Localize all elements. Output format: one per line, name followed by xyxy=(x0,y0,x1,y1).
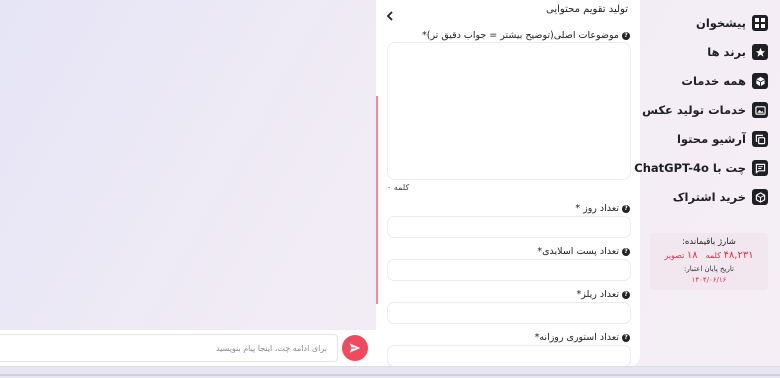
reels-count-label: ? تعداد ریلز* xyxy=(577,289,630,300)
credit-values: ۴۸,۲۳۱ کلمه ۱۸ تصویر xyxy=(650,250,768,261)
box-icon xyxy=(752,73,768,89)
dashboard-icon xyxy=(752,15,768,31)
chat-message-input[interactable] xyxy=(0,334,338,362)
days-count-label: ? تعداد روز * xyxy=(575,203,630,214)
daily-stories-label: ? تعداد استوری روزانه* xyxy=(535,332,630,343)
reels-count-input[interactable] xyxy=(387,302,631,324)
expiry-date: ۱۴۰۴/۰۶/۱۶ xyxy=(691,276,727,284)
content-calendar-form: تولید تقویم محتوایی ? موضوعات اصلی(توضیح… xyxy=(376,0,640,366)
collapse-chevron-icon[interactable] xyxy=(386,6,394,25)
chat-input-bar xyxy=(0,330,376,366)
sidebar-item-label: خرید اشتراک xyxy=(672,190,746,204)
send-button[interactable] xyxy=(342,335,368,361)
image-icon xyxy=(752,102,768,118)
days-count-input[interactable] xyxy=(387,216,631,238)
main-topics-label: ? موضوعات اصلی(توضیح بیشتر = جواب دقیق ت… xyxy=(422,30,630,41)
send-icon xyxy=(349,343,361,353)
word-count: ۰ کلمه xyxy=(387,183,410,192)
help-icon[interactable]: ? xyxy=(622,333,630,342)
bottom-strip xyxy=(0,366,780,378)
expiry-label: تاریخ پایان اعتبار: xyxy=(684,265,734,273)
sidebar-item-buy-subscription[interactable]: خرید اشتراک xyxy=(673,187,768,207)
form-header: تولید تقویم محتوایی xyxy=(376,4,640,21)
images-credit: ۱۸ تصویر xyxy=(664,250,698,261)
slide-posts-input[interactable] xyxy=(387,259,631,281)
main-topics-textarea[interactable] xyxy=(387,42,631,180)
help-icon[interactable]: ? xyxy=(622,290,630,299)
help-icon[interactable]: ? xyxy=(622,204,630,213)
star-icon xyxy=(752,44,768,60)
chat-icon xyxy=(752,160,768,176)
package-icon xyxy=(752,189,768,205)
sidebar-item-dashboard[interactable]: پیشخوان xyxy=(696,13,768,33)
slide-posts-label: ? تعداد پست اسلایدی* xyxy=(537,246,630,257)
sidebar-item-label: خدمات تولید عکس xyxy=(642,103,746,117)
remaining-credit-card: شارژ باقیمانده: ۴۸,۲۳۱ کلمه ۱۸ تصویر تار… xyxy=(650,233,768,290)
copy-icon xyxy=(752,131,768,147)
words-credit: ۴۸,۲۳۱ کلمه xyxy=(705,250,754,261)
sidebar-item-label: برند ها xyxy=(707,45,746,59)
sidebar-item-label: پیشخوان xyxy=(696,16,746,30)
sidebar-item-label: همه خدمات xyxy=(681,74,746,88)
help-icon[interactable]: ? xyxy=(622,31,630,40)
credit-title: شارژ باقیمانده: xyxy=(682,237,736,247)
scroll-accent-line xyxy=(376,96,378,304)
daily-stories-input[interactable] xyxy=(387,345,631,366)
sidebar-item-label: آرشیو محتوا xyxy=(676,132,746,146)
sidebar-item-all-services[interactable]: همه خدمات xyxy=(681,71,768,91)
help-icon[interactable]: ? xyxy=(622,247,630,256)
sidebar-item-brands[interactable]: برند ها xyxy=(707,42,768,62)
sidebar-item-photo-services[interactable]: خدمات تولید عکس xyxy=(642,100,768,120)
bottom-divider xyxy=(0,374,780,376)
sidebar-item-chatgpt[interactable]: چت با ChatGPT-4o xyxy=(634,158,768,178)
sidebar-item-label: چت با ChatGPT-4o xyxy=(634,161,746,175)
sidebar-item-content-archive[interactable]: آرشیو محتوا xyxy=(677,129,768,149)
form-title: تولید تقویم محتوایی xyxy=(546,4,628,15)
